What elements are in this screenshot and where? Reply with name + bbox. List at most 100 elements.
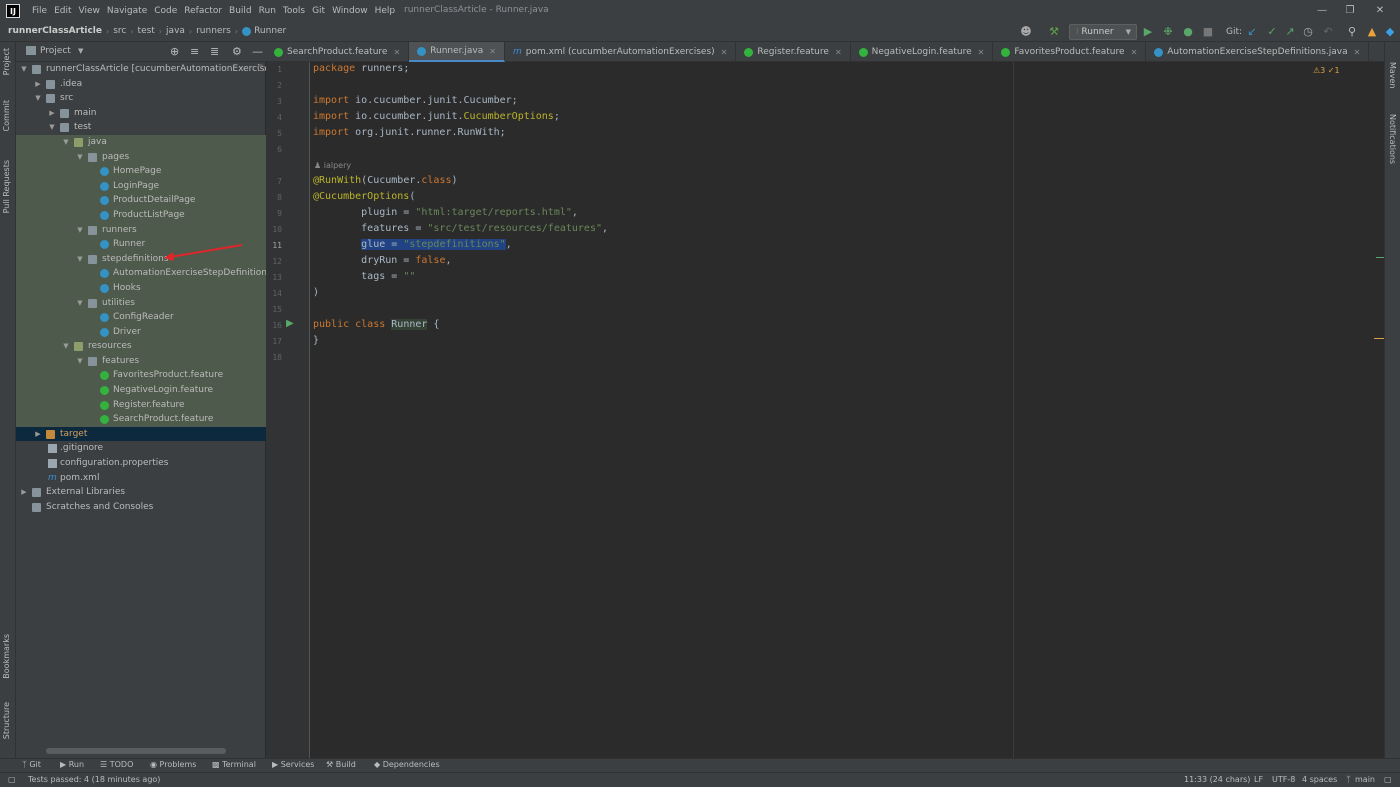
tool-todo[interactable]: ☰ TODO: [100, 760, 133, 769]
tree-item-hooks[interactable]: Hooks: [16, 280, 266, 296]
menu-window[interactable]: Window: [332, 6, 368, 16]
chevron-down-icon[interactable]: ▼: [78, 47, 83, 55]
tool-project[interactable]: Project: [2, 48, 11, 75]
chevron-right-icon[interactable]: ▶: [48, 106, 56, 121]
menu-help[interactable]: Help: [375, 6, 396, 16]
tree-item-target[interactable]: ▶ target: [16, 426, 266, 442]
horizontal-scrollbar[interactable]: [46, 748, 226, 754]
tree-item-favoritesproduct-feature[interactable]: FavoritesProduct.feature: [16, 368, 266, 384]
breadcrumb-runners[interactable]: runners: [196, 26, 231, 36]
chevron-down-icon[interactable]: ▼: [76, 354, 84, 369]
tree-item-pages[interactable]: ▼ pages: [16, 149, 266, 165]
chevron-down-icon[interactable]: ▼: [62, 135, 70, 150]
run-configuration-select[interactable]: ⁝ Runner ▼: [1069, 24, 1137, 40]
restore-icon[interactable]: ❐: [1340, 3, 1360, 19]
breadcrumb-project[interactable]: runnerClassArticle: [8, 26, 102, 36]
chevron-down-icon[interactable]: ▼: [62, 339, 70, 354]
chevron-right-icon[interactable]: ▶: [20, 485, 28, 500]
tree-item-pom-xml[interactable]: m pom.xml: [16, 471, 266, 486]
tree-item-configuration-properties[interactable]: configuration.properties: [16, 456, 266, 471]
tree-item-register-feature[interactable]: Register.feature: [16, 397, 266, 413]
editor-gutter[interactable]: 1 2 3 4 5 6 7 8 9 10 11 12 13 14 15 16 1…: [266, 62, 327, 758]
tool-git[interactable]: ᛉ Git: [22, 760, 41, 769]
lock-icon[interactable]: ▢: [1384, 775, 1392, 784]
tree-item-idea[interactable]: ▶ .idea: [16, 77, 266, 92]
tool-run[interactable]: ▶ Run: [60, 760, 84, 769]
menu-build[interactable]: Build: [229, 6, 252, 16]
tool-commit[interactable]: Commit: [2, 100, 11, 131]
user-icon[interactable]: ☻: [1018, 24, 1034, 40]
menu-tools[interactable]: Tools: [283, 6, 305, 16]
git-branch[interactable]: main: [1355, 775, 1375, 784]
tree-item-java[interactable]: ▼ java: [16, 134, 266, 150]
update-icon[interactable]: ▲: [1364, 24, 1380, 40]
tree-item-driver[interactable]: Driver: [16, 324, 266, 340]
tree-item-main[interactable]: ▶ main: [16, 106, 266, 121]
close-tab-icon[interactable]: ✕: [978, 48, 985, 57]
stop-icon[interactable]: ■: [1200, 24, 1216, 40]
chevron-down-icon[interactable]: ▼: [20, 62, 28, 77]
tab-pom-xml[interactable]: m pom.xml (cucumberAutomationExercises) ✕: [505, 42, 737, 62]
close-tab-icon[interactable]: ✕: [393, 48, 400, 57]
tree-item-scratches[interactable]: Scratches and Consoles: [16, 500, 266, 515]
menu-file[interactable]: File: [32, 6, 47, 16]
run-gutter-icon[interactable]: ▶: [286, 318, 294, 329]
tab-favoritesproduct-feature[interactable]: FavoritesProduct.feature ✕: [993, 42, 1147, 62]
close-tab-icon[interactable]: ✕: [489, 47, 496, 56]
inspection-widget[interactable]: ⚠3 ✓1: [1313, 66, 1340, 75]
caret-position[interactable]: 11:33 (24 chars): [1184, 775, 1250, 784]
tree-item-homepage[interactable]: HomePage: [16, 164, 266, 179]
status-message[interactable]: Tests passed: 4 (18 minutes ago): [28, 775, 160, 784]
tab-register-feature[interactable]: Register.feature ✕: [736, 42, 851, 62]
tree-item-test[interactable]: ▼ test: [16, 120, 266, 135]
tab-automationexercisestepdefinitions-java[interactable]: AutomationExerciseStepDefinitions.java ✕: [1146, 42, 1370, 62]
chevron-right-icon[interactable]: ▶: [34, 77, 42, 92]
tool-build[interactable]: ⚒ Build: [326, 760, 356, 769]
collapse-all-icon[interactable]: ≣: [210, 45, 219, 58]
tree-item-configreader[interactable]: ConfigReader: [16, 310, 266, 325]
git-commit-icon[interactable]: ✓: [1264, 24, 1280, 40]
tool-structure[interactable]: Structure: [2, 702, 11, 739]
tool-bookmarks[interactable]: Bookmarks: [2, 634, 11, 679]
tree-item-external-libraries[interactable]: ▶ External Libraries: [16, 485, 266, 500]
chevron-down-icon[interactable]: ▼: [76, 296, 84, 311]
project-view-selector[interactable]: Project: [40, 46, 71, 56]
breadcrumb-java[interactable]: java: [166, 26, 185, 36]
close-tab-icon[interactable]: ✕: [1354, 48, 1361, 57]
tool-services[interactable]: ▶ Services: [272, 760, 314, 769]
tab-searchproduct-feature[interactable]: SearchProduct.feature ✕: [266, 42, 410, 62]
tool-notifications[interactable]: Notifications: [1388, 114, 1397, 164]
tree-item-productlistpage[interactable]: ProductListPage: [16, 207, 266, 223]
chevron-down-icon[interactable]: ▼: [76, 252, 84, 267]
tree-item-automationexercisestepdefinitions[interactable]: AutomationExerciseStepDefinitions: [16, 266, 272, 281]
breadcrumb-runner[interactable]: Runner: [254, 26, 286, 36]
chevron-down-icon[interactable]: ▼: [48, 120, 56, 135]
menu-edit[interactable]: Edit: [54, 6, 71, 16]
tree-item-root[interactable]: ▼ runnerClassArticle [cucumberAutomation…: [16, 62, 278, 77]
git-update-icon[interactable]: ↙: [1244, 24, 1260, 40]
menu-refactor[interactable]: Refactor: [184, 6, 222, 16]
tree-item-resources[interactable]: ▼ resources: [16, 339, 266, 354]
tree-item-productdetailpage[interactable]: ProductDetailPage: [16, 193, 266, 208]
history-icon[interactable]: ◷: [1300, 24, 1316, 40]
plugin-icon[interactable]: ◆: [1382, 24, 1398, 40]
chevron-right-icon[interactable]: ▶: [34, 427, 42, 442]
line-separator[interactable]: LF: [1254, 775, 1263, 784]
menu-code[interactable]: Code: [154, 6, 177, 16]
tree-item-runners[interactable]: ▼ runners: [16, 222, 266, 238]
chevron-down-icon[interactable]: ▼: [34, 91, 42, 106]
menu-view[interactable]: View: [79, 6, 100, 16]
git-push-icon[interactable]: ↗: [1282, 24, 1298, 40]
chevron-down-icon[interactable]: ▼: [76, 150, 84, 165]
close-tab-icon[interactable]: ✕: [835, 48, 842, 57]
indent-setting[interactable]: 4 spaces: [1302, 775, 1337, 784]
menu-git[interactable]: Git: [312, 6, 325, 16]
code-editor[interactable]: package runners; import io.cucumber.juni…: [310, 62, 1384, 758]
debug-icon[interactable]: ❉: [1160, 24, 1176, 40]
minimize-icon[interactable]: —: [1312, 3, 1332, 19]
close-tab-icon[interactable]: ✕: [1131, 48, 1138, 57]
run-icon[interactable]: ▶: [1140, 24, 1156, 40]
file-encoding[interactable]: UTF-8: [1272, 775, 1295, 784]
tool-terminal[interactable]: ▩ Terminal: [212, 760, 256, 769]
hide-icon[interactable]: —: [252, 45, 263, 58]
